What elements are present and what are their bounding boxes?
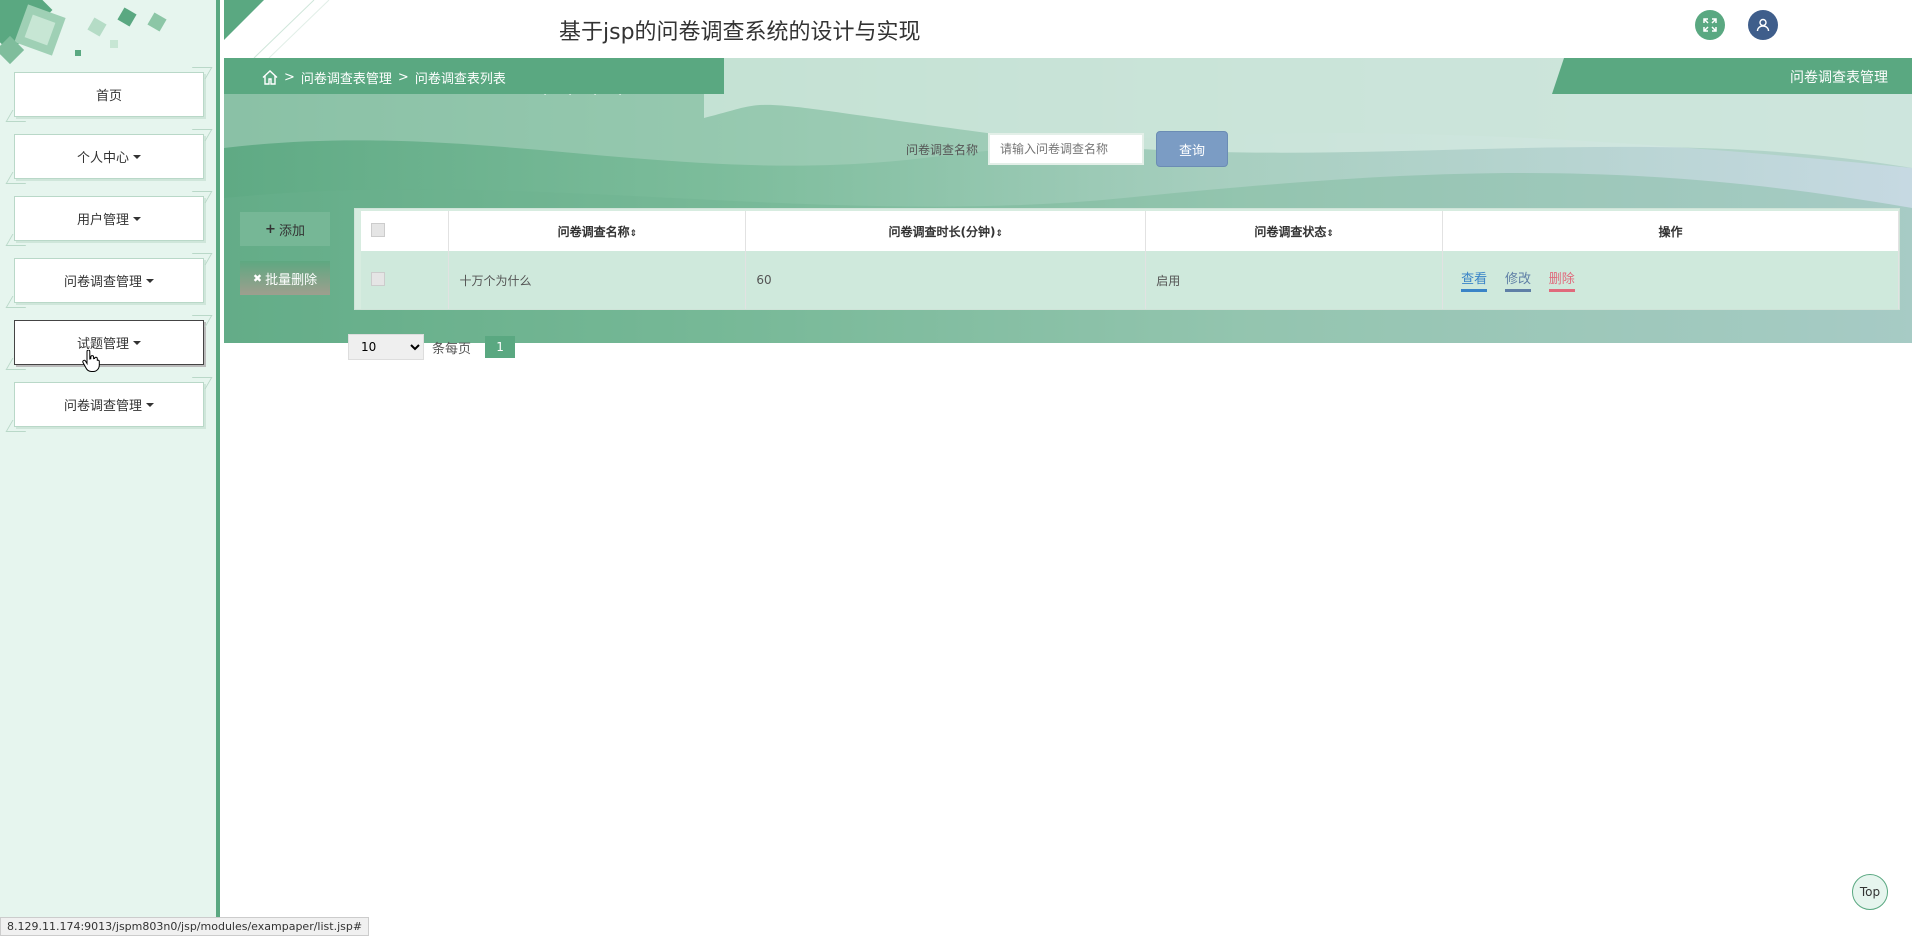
page-number-button[interactable]: 1 — [485, 336, 516, 358]
menu-corner-decoration — [5, 296, 33, 308]
sidebar-menu: 首页 个人中心 用户管理 问卷调查管理 试题管理 问卷调查管理 — [5, 67, 213, 444]
search-button[interactable]: 查询 — [1156, 131, 1229, 167]
breadcrumb: > 问卷调查表管理 > 问卷调查表列表 — [262, 68, 506, 87]
menu-corner-decoration — [185, 253, 213, 265]
add-button-label: 添加 — [278, 223, 305, 239]
table-header-row: 问卷调查名称⇕ 问卷调查时长(分钟)⇕ 问卷调查状态⇕ 操作 — [361, 211, 1899, 251]
home-icon[interactable] — [262, 70, 278, 85]
add-button[interactable]: + 添加 — [240, 212, 330, 246]
row-checkbox[interactable] — [371, 271, 385, 286]
column-header-actions: 操作 — [1442, 211, 1899, 251]
section-tag-label: 问卷调查表管理 — [1790, 70, 1888, 86]
menu-corner-decoration — [5, 420, 33, 432]
close-icon: ✖ — [252, 271, 263, 285]
plus-icon: + — [265, 221, 276, 237]
search-input[interactable] — [988, 133, 1145, 165]
sidebar-decoration — [0, 0, 200, 72]
sidebar-item-user-management[interactable]: 用户管理 — [5, 191, 213, 246]
sort-icon: ⇕ — [629, 228, 638, 239]
expand-icon — [1703, 18, 1717, 32]
breadcrumb-level-1[interactable]: 问卷调查表管理 — [301, 68, 392, 87]
sidebar-item-home[interactable]: 首页 — [5, 67, 213, 122]
menu-corner-decoration — [5, 234, 33, 246]
breadcrumb-level-2: 问卷调查表列表 — [414, 72, 506, 87]
sidebar-item-survey-management-2[interactable]: 问卷调查管理 — [5, 377, 213, 432]
sidebar: 首页 个人中心 用户管理 问卷调查管理 试题管理 问卷调查管理 — [0, 0, 220, 936]
back-to-top-button[interactable]: Top — [1852, 874, 1888, 910]
menu-corner-decoration — [185, 129, 213, 141]
user-profile-button[interactable] — [1748, 10, 1778, 40]
breadcrumb-separator: > — [284, 70, 295, 85]
data-table: 问卷调查名称⇕ 问卷调查时长(分钟)⇕ 问卷调查状态⇕ 操作 十万个为什么 60… — [361, 211, 1899, 309]
menu-corner-decoration — [185, 377, 213, 389]
table-row: 十万个为什么 60 启用 查看 修改 删除 — [361, 251, 1899, 309]
sidebar-item-label: 个人中心 — [76, 151, 129, 166]
menu-corner-decoration — [185, 315, 213, 327]
sidebar-item-label: 用户管理 — [76, 213, 129, 228]
content-banner: > 问卷调查表管理 > 问卷调查表列表 问卷调查表管理 问卷调查名称 查询 + … — [224, 58, 1912, 343]
sidebar-item-question-management[interactable]: 试题管理 — [5, 315, 213, 370]
user-icon — [1756, 18, 1770, 32]
sort-icon: ⇕ — [995, 228, 1004, 239]
browser-status-url: 8.129.11.174:9013/jspm803n0/jsp/modules/… — [0, 917, 370, 936]
edit-button[interactable]: 修改 — [1504, 268, 1531, 292]
search-label: 问卷调查名称 — [906, 142, 979, 157]
column-header-duration[interactable]: 问卷调查时长(分钟)⇕ — [745, 211, 1147, 251]
batch-delete-button[interactable]: ✖ 批量删除 — [240, 261, 330, 295]
menu-corner-decoration — [5, 358, 33, 370]
caret-down-icon — [146, 278, 154, 283]
top-header: 基于jsp的问卷调查系统的设计与实现 — [224, 0, 1912, 58]
page-title: 基于jsp的问卷调查系统的设计与实现 — [559, 20, 921, 45]
caret-down-icon — [133, 154, 141, 159]
cell-name: 十万个为什么 — [448, 251, 747, 309]
batch-delete-label: 批量删除 — [265, 272, 318, 288]
menu-corner-decoration — [5, 172, 33, 184]
sidebar-item-label: 问卷调查管理 — [63, 399, 142, 414]
caret-down-icon — [146, 402, 154, 407]
cell-status: 启用 — [1145, 251, 1444, 309]
fullscreen-button[interactable] — [1695, 10, 1725, 40]
menu-corner-decoration — [185, 191, 213, 203]
sidebar-item-personal-center[interactable]: 个人中心 — [5, 129, 213, 184]
section-tag: 问卷调查表管理 — [1552, 58, 1912, 94]
caret-down-icon — [133, 216, 141, 221]
sidebar-item-label: 问卷调查管理 — [63, 275, 142, 290]
sidebar-item-label: 首页 — [95, 89, 122, 104]
pagination: 10 条每页 1 — [348, 334, 516, 360]
per-page-label: 条每页 — [432, 341, 472, 357]
search-row: 问卷调查名称 查询 — [906, 131, 1229, 167]
column-header-name[interactable]: 问卷调查名称⇕ — [448, 211, 747, 251]
sidebar-item-survey-management[interactable]: 问卷调查管理 — [5, 253, 213, 308]
data-table-container: 问卷调查名称⇕ 问卷调查时长(分钟)⇕ 问卷调查状态⇕ 操作 十万个为什么 60… — [354, 208, 1900, 310]
cell-duration: 60 — [745, 251, 1147, 309]
caret-down-icon — [133, 340, 141, 345]
delete-button[interactable]: 删除 — [1548, 268, 1575, 292]
view-button[interactable]: 查看 — [1461, 268, 1488, 292]
select-all-checkbox[interactable] — [371, 222, 385, 237]
sort-icon: ⇕ — [1326, 228, 1334, 239]
column-header-status[interactable]: 问卷调查状态⇕ — [1145, 211, 1444, 251]
breadcrumb-separator: > — [397, 70, 409, 85]
cell-actions: 查看 修改 删除 — [1442, 251, 1899, 309]
hand-cursor-icon — [82, 350, 100, 372]
header-decoration — [224, 0, 334, 58]
page-size-select[interactable]: 10 — [348, 334, 424, 360]
menu-corner-decoration — [5, 110, 33, 122]
